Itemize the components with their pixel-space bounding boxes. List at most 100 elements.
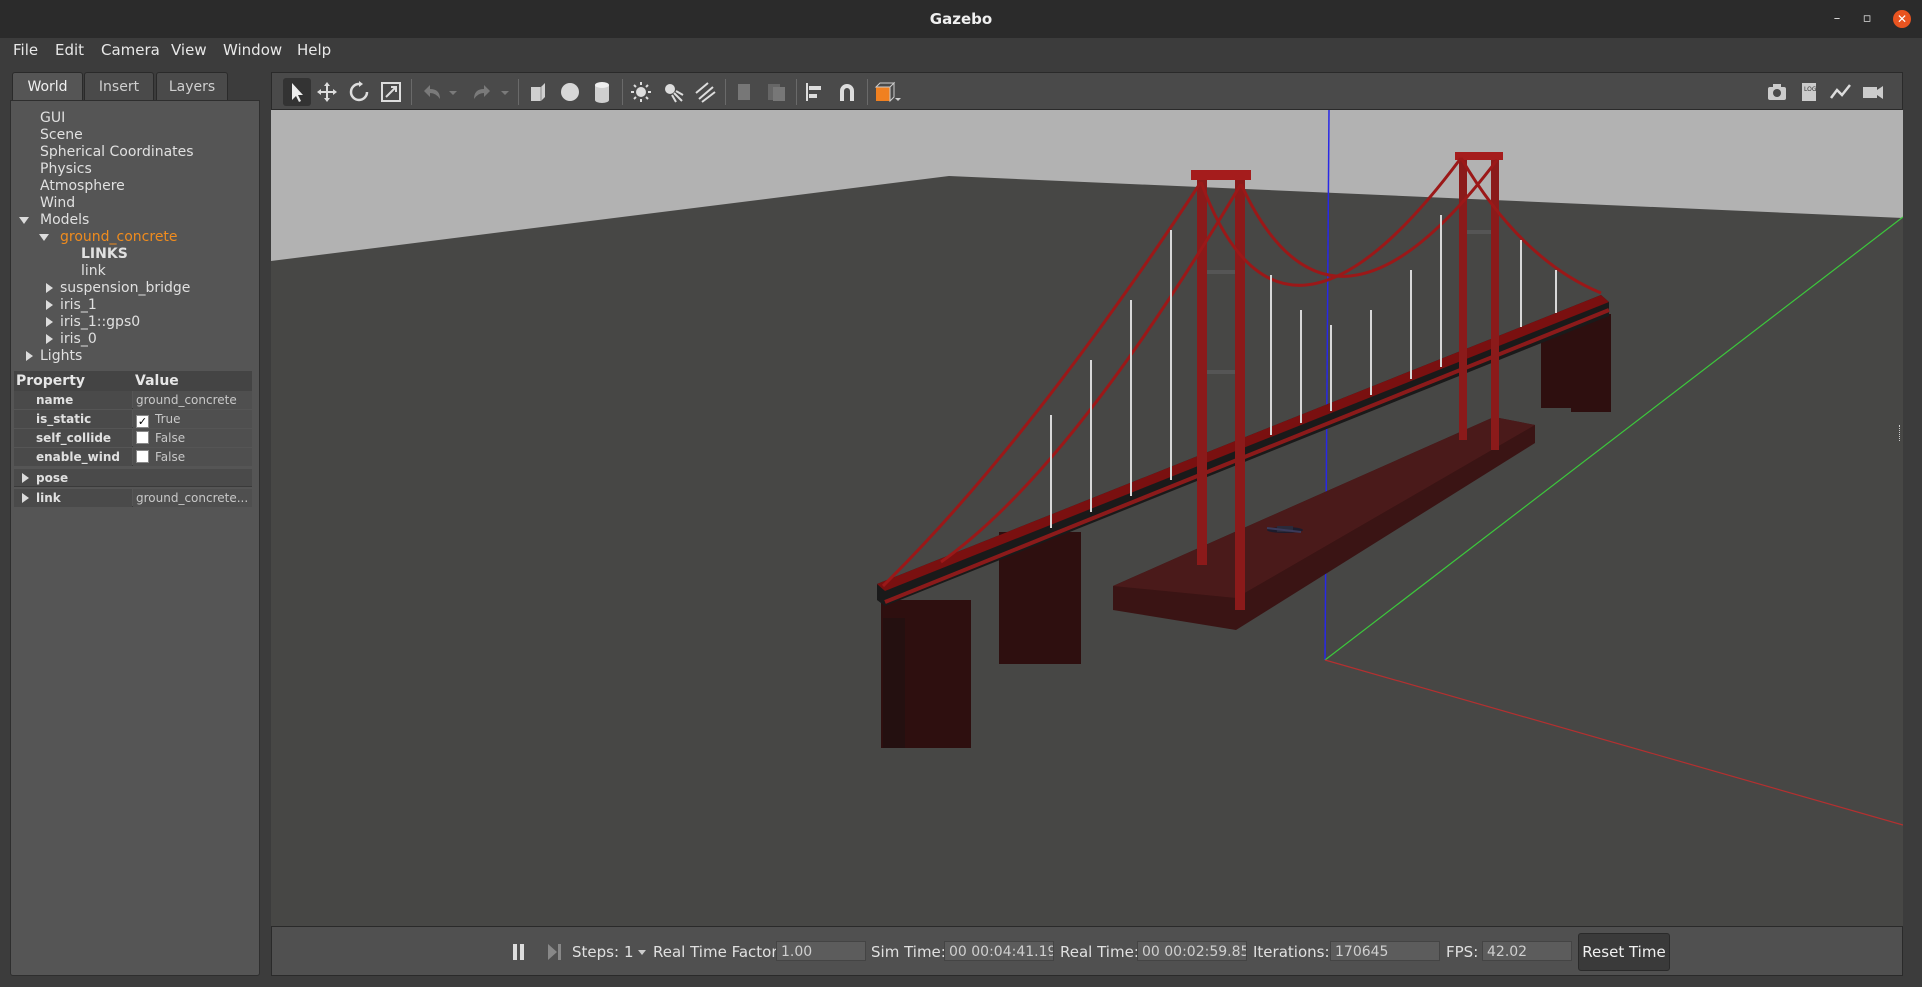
steps-dropdown-icon[interactable] [637,949,647,957]
expand-models-icon[interactable] [19,217,29,224]
property-key: link [14,489,132,507]
property-key: name [14,391,132,409]
tree-item-models[interactable]: Models [40,212,89,228]
steps-value[interactable]: 1 [624,943,634,961]
undo-icon[interactable] [420,81,442,103]
undo-dropdown-icon[interactable] [448,81,458,103]
menu-edit[interactable]: Edit [55,41,84,59]
select-icon[interactable] [283,78,311,106]
toolbar-separator [796,79,797,105]
expand-lights-icon[interactable] [26,351,33,361]
toolbar: LOG [271,72,1903,110]
title-bar: Gazebo – ▫ ✕ [0,0,1922,38]
align-icon[interactable] [804,81,826,103]
tree-item-gui[interactable]: GUI [40,110,65,126]
scale-icon[interactable] [380,81,402,103]
plot-icon[interactable] [1830,81,1852,103]
tree-item-iris-1-gps0[interactable]: iris_1::gps0 [60,314,140,330]
menu-bar: File Edit Camera View Window Help [0,38,1922,64]
menu-view[interactable]: View [171,41,207,59]
real-time-factor-value: 1.00 [776,941,866,961]
reset-time-button[interactable]: Reset Time [1578,933,1670,971]
spot-light-icon[interactable] [662,81,684,103]
video-record-icon[interactable] [1862,81,1884,103]
tree-item-wind[interactable]: Wind [40,195,75,211]
bridge-tower-near [1197,175,1207,565]
is-static-checkbox[interactable]: ✓ [136,415,149,428]
directional-light-icon[interactable] [694,81,716,103]
real-time-value: 00 00:02:59.853 [1137,941,1247,961]
world-tree-panel: GUI Scene Spherical Coordinates Physics … [10,100,260,976]
tree-item-links-header: LINKS [81,246,128,262]
property-value-name[interactable]: ground_concrete [133,391,252,409]
view-angle-icon[interactable] [874,81,902,103]
tree-item-ground-concrete[interactable]: ground_concrete [60,229,178,245]
menu-window[interactable]: Window [223,41,282,59]
translate-icon[interactable] [316,81,338,103]
scene-render[interactable] [271,110,1903,926]
self-collide-checkbox[interactable] [136,431,149,444]
tree-item-physics[interactable]: Physics [40,161,92,177]
property-key: enable_wind [14,448,132,466]
menu-file[interactable]: File [13,41,38,59]
log-icon[interactable]: LOG [1798,81,1820,103]
toolbar-separator [411,79,412,105]
screenshot-icon[interactable] [1766,81,1788,103]
property-row-link[interactable]: link ground_concrete... [14,489,252,507]
property-column-header: Property [16,373,86,389]
redo-dropdown-icon[interactable] [500,81,510,103]
step-icon[interactable] [547,943,563,961]
expand-iris-1-icon[interactable] [46,300,53,310]
tab-insert[interactable]: Insert [84,72,154,100]
redo-icon[interactable] [472,81,494,103]
bottom-status-bar: Steps: 1 Real Time Factor: 1.00 Sim Time… [271,926,1903,976]
tab-layers[interactable]: Layers [156,72,228,100]
tree-item-suspension-bridge[interactable]: suspension_bridge [60,280,190,296]
maximize-icon[interactable]: ▫ [1858,10,1876,28]
real-time-factor-label: Real Time Factor: [653,943,783,961]
box-icon[interactable] [527,81,549,103]
sphere-icon[interactable] [559,81,581,103]
left-panel: World Insert Layers GUI Scene Spherical … [10,72,260,976]
paste-icon[interactable] [765,81,787,103]
pause-icon[interactable] [512,943,526,961]
property-table-header: Property Value [14,371,252,391]
expand-link-icon[interactable] [22,493,29,503]
copy-icon[interactable] [733,81,755,103]
expand-suspension-bridge-icon[interactable] [46,283,53,293]
menu-help[interactable]: Help [297,41,331,59]
property-value-link: ground_concrete... [133,489,252,507]
svg-text:LOG: LOG [1804,86,1817,93]
tree-item-lights[interactable]: Lights [40,348,82,364]
tree-item-iris-1[interactable]: iris_1 [60,297,97,313]
minimize-icon[interactable]: – [1828,10,1846,28]
point-light-icon[interactable] [630,81,652,103]
tree-item-scene[interactable]: Scene [40,127,83,143]
tree-item-iris-0[interactable]: iris_0 [60,331,97,347]
property-value-enable-wind: False [155,450,186,464]
tree-item-spherical-coordinates[interactable]: Spherical Coordinates [40,144,194,160]
expand-ground-concrete-icon[interactable] [39,234,49,241]
close-icon[interactable]: ✕ [1893,10,1911,28]
iterations-label: Iterations: [1253,943,1330,961]
rotate-icon[interactable] [348,81,370,103]
window-title: Gazebo [929,10,993,28]
tree-item-link[interactable]: link [81,263,106,279]
3d-viewport[interactable] [271,110,1903,926]
expand-iris-1-gps0-icon[interactable] [46,317,53,327]
right-panel-handle[interactable] [1899,425,1903,441]
property-row-pose[interactable]: pose [14,469,252,487]
cylinder-icon[interactable] [591,81,613,103]
toolbar-separator [622,79,623,105]
property-key: self_collide [14,429,132,447]
menu-camera[interactable]: Camera [101,41,160,59]
snap-icon[interactable] [836,81,858,103]
property-value-is-static: True [155,412,181,426]
steps-label: Steps: [572,943,620,961]
tree-item-atmosphere[interactable]: Atmosphere [40,178,125,194]
enable-wind-checkbox[interactable] [136,450,149,463]
sim-time-value: 00 00:04:41.190 [944,941,1054,961]
tab-world[interactable]: World [12,72,83,100]
property-value-self-collide: False [155,431,186,445]
expand-iris-0-icon[interactable] [46,334,53,344]
